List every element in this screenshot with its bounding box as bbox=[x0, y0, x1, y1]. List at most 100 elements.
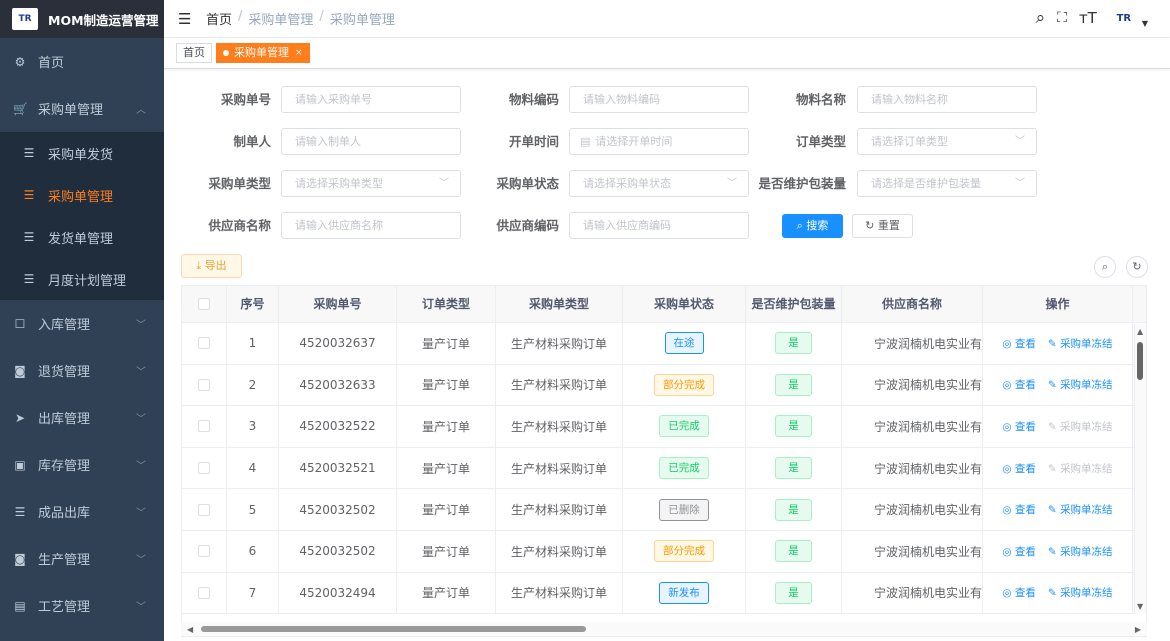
sidebar-subitem[interactable]: ☰ 月度计划管理 bbox=[0, 258, 164, 300]
supplier-name-input[interactable]: 请输入供应商名称 bbox=[281, 212, 461, 239]
row-checkbox[interactable] bbox=[198, 378, 210, 391]
view-link[interactable]: ◎ 查看 bbox=[1002, 544, 1036, 559]
horizontal-scroll-thumb[interactable] bbox=[201, 626, 586, 632]
po-type: 生产材料采购订单 bbox=[496, 489, 623, 530]
table-row[interactable]: 34520032522量产订单生产材料采购订单已完成是宁波润楠机电实业有限公司◎… bbox=[182, 406, 1146, 448]
search-icon[interactable]: ⌕ bbox=[1036, 8, 1046, 28]
supplier-name-label: 供应商名称 bbox=[208, 218, 271, 233]
export-button[interactable]: ⤓ 导出 bbox=[181, 254, 242, 278]
breadcrumb-home[interactable]: 首页 bbox=[206, 9, 232, 28]
status-cell: 部分完成 bbox=[623, 364, 746, 406]
order-type: 量产订单 bbox=[397, 572, 496, 614]
row-checkbox[interactable] bbox=[198, 545, 210, 558]
po-no-input[interactable]: 请输入采购单号 bbox=[281, 86, 461, 113]
maintain-pack-select[interactable]: 请选择是否维护包装量 ﹀ bbox=[857, 170, 1037, 197]
select-all-checkbox[interactable] bbox=[198, 298, 210, 310]
scroll-up-icon[interactable]: ▲ bbox=[1137, 327, 1143, 336]
sidebar-item-inventory[interactable]: ▣ 库存管理 ﹀ bbox=[0, 441, 164, 488]
sidebar-item-cart[interactable]: 🛒 采购单管理 ︿ bbox=[0, 85, 164, 132]
search-button[interactable]: ⌕ 搜索 bbox=[782, 214, 843, 238]
supplier-name: 宁波润楠机电实业有限公司 bbox=[842, 406, 983, 447]
sidebar-item-process[interactable]: ▤ 工艺管理 ﹀ bbox=[0, 582, 164, 629]
sidebar-subitem[interactable]: ☰ 发货单管理 bbox=[0, 216, 164, 258]
column-header: 采购单状态 bbox=[623, 286, 746, 322]
open-time-picker[interactable]: ▤ 请选择开单时间 bbox=[569, 128, 749, 155]
vertical-scroll-thumb[interactable] bbox=[1137, 342, 1143, 380]
status-cell: 已删除 bbox=[623, 489, 746, 530]
sidebar-item-production[interactable]: ◙ 生产管理 ﹀ bbox=[0, 535, 164, 582]
row-checkbox[interactable] bbox=[198, 337, 210, 350]
sidebar-item-inbound[interactable]: ☐ 入库管理 ﹀ bbox=[0, 300, 164, 347]
scroll-right-icon[interactable]: ▶ bbox=[1135, 625, 1141, 634]
row-checkbox[interactable] bbox=[198, 503, 210, 516]
scroll-left-icon[interactable]: ◀ bbox=[187, 625, 193, 634]
view-link[interactable]: ◎ 查看 bbox=[1002, 377, 1036, 392]
material-name-input[interactable]: 请输入物料名称 bbox=[857, 86, 1037, 113]
table-header: 序号 采购单号 订单类型 采购单类型 采购单状态 是否维护包装量 供应商名称 操… bbox=[182, 286, 1146, 323]
freeze-link[interactable]: ✎ 采购单冻结 bbox=[1048, 544, 1113, 559]
sidebar-subitem[interactable]: ☰ 采购单发货 bbox=[0, 132, 164, 174]
edit-icon: ✎ bbox=[1047, 420, 1061, 433]
order-type: 量产订单 bbox=[397, 364, 496, 406]
horizontal-scrollbar[interactable]: ◀ ▶ bbox=[181, 622, 1147, 636]
sidebar-item-outbound[interactable]: ➤ 出库管理 ﹀ bbox=[0, 394, 164, 441]
freeze-link[interactable]: ✎ 采购单冻结 bbox=[1048, 502, 1113, 517]
freeze-link[interactable]: ✎ 采购单冻结 bbox=[1048, 336, 1113, 351]
caret-down-icon[interactable]: ▼ bbox=[1142, 19, 1148, 28]
order-type-select[interactable]: 请选择订单类型 ﹀ bbox=[857, 128, 1037, 155]
sidebar-item-return[interactable]: ◙ 退货管理 ﹀ bbox=[0, 347, 164, 394]
supplier-name: 宁波润楠机电实业有限公司 bbox=[842, 572, 983, 614]
chevron-down-icon: ﹀ bbox=[136, 508, 146, 519]
sidebar-item-dashboard[interactable]: ⚙ 首页 bbox=[0, 38, 164, 85]
table-row[interactable]: 64520032502量产订单生产材料采购订单 部分完成 是 宁波润楠机电实业有限公司… bbox=[182, 530, 1146, 573]
view-link[interactable]: ◎ 查看 bbox=[1002, 585, 1036, 600]
sidebar-item-label: 生产管理 bbox=[38, 553, 91, 568]
fullscreen-icon[interactable]: ⛶ bbox=[1057, 10, 1067, 26]
view-link[interactable]: ◎ 查看 bbox=[1002, 336, 1036, 351]
row-checkbox[interactable] bbox=[198, 462, 210, 475]
production-icon: ◙ bbox=[14, 551, 26, 566]
table-row[interactable]: 14520032637量产订单生产材料采购订单在途是宁波润楠机电实业有限公司◎ … bbox=[182, 323, 1146, 365]
tag-home[interactable]: 首页 bbox=[176, 43, 212, 63]
hamburger-icon[interactable]: ☰ bbox=[178, 10, 192, 28]
font-size-icon[interactable]: ᴛT bbox=[1079, 9, 1097, 27]
maintain-badge: 是 bbox=[775, 373, 812, 396]
po-type-select[interactable]: 请选择采购单类型 ﹀ bbox=[281, 170, 461, 197]
tag-purchase-order[interactable]: 采购单管理 × bbox=[216, 43, 310, 63]
sidebar-item-list[interactable]: ☰ 成品出库 ﹀ bbox=[0, 488, 164, 535]
vertical-scrollbar[interactable]: ▲ ▼ bbox=[1134, 324, 1146, 614]
supplier-code-input[interactable]: 请输入供应商编码 bbox=[569, 212, 749, 239]
row-index: 5 bbox=[227, 489, 279, 530]
creator-input[interactable]: 请输入制单人 bbox=[281, 128, 461, 155]
freeze-link[interactable]: ✎ 采购单冻结 bbox=[1048, 377, 1113, 392]
column-header: 操作 bbox=[983, 286, 1133, 322]
po-status-select[interactable]: 请选择采购单状态 ﹀ bbox=[569, 170, 749, 197]
table-row[interactable]: 54520032502量产订单生产材料采购订单已删除是宁波润楠机电实业有限公司◎… bbox=[182, 489, 1146, 531]
list-icon: ☰ bbox=[23, 272, 35, 286]
row-checkbox[interactable] bbox=[198, 420, 210, 433]
row-checkbox[interactable] bbox=[198, 586, 210, 599]
material-code-input[interactable]: 请输入物料编码 bbox=[569, 86, 749, 113]
table-row[interactable]: 24520032633量产订单生产材料采购订单 部分完成 是 宁波润楠机电实业有限公司… bbox=[182, 364, 1146, 407]
reset-button[interactable]: ↻ 重置 bbox=[852, 214, 913, 238]
table-body: 14520032637量产订单生产材料采购订单在途是宁波润楠机电实业有限公司◎ … bbox=[182, 323, 1146, 615]
chevron-down-icon: ﹀ bbox=[136, 461, 146, 472]
eye-icon: ◎ bbox=[1002, 420, 1015, 433]
close-icon[interactable]: × bbox=[295, 44, 303, 62]
edit-icon: ✎ bbox=[1047, 545, 1061, 558]
scroll-down-icon[interactable]: ▼ bbox=[1137, 602, 1143, 611]
row-index: 4 bbox=[227, 447, 279, 489]
toggle-search-button[interactable]: ⌕ bbox=[1094, 256, 1116, 278]
refresh-button[interactable]: ↻ bbox=[1126, 256, 1148, 278]
sidebar-subitem[interactable]: ☰ 采购单管理 bbox=[0, 174, 164, 216]
avatar[interactable]: TR bbox=[1109, 7, 1139, 29]
table-row[interactable]: 74520032494量产订单生产材料采购订单新发布是宁波润楠机电实业有限公司◎… bbox=[182, 572, 1146, 615]
po-number: 4520032502 bbox=[279, 530, 397, 572]
table-row[interactable]: 44520032521量产订单生产材料采购订单已完成是宁波润楠机电实业有限公司◎… bbox=[182, 447, 1146, 490]
view-link[interactable]: ◎ 查看 bbox=[1002, 502, 1036, 517]
refresh-icon: ↻ bbox=[1132, 260, 1142, 273]
view-link[interactable]: ◎ 查看 bbox=[1002, 419, 1036, 434]
view-link[interactable]: ◎ 查看 bbox=[1002, 461, 1036, 476]
edit-icon: ✎ bbox=[1047, 504, 1061, 517]
freeze-link[interactable]: ✎ 采购单冻结 bbox=[1048, 585, 1113, 600]
